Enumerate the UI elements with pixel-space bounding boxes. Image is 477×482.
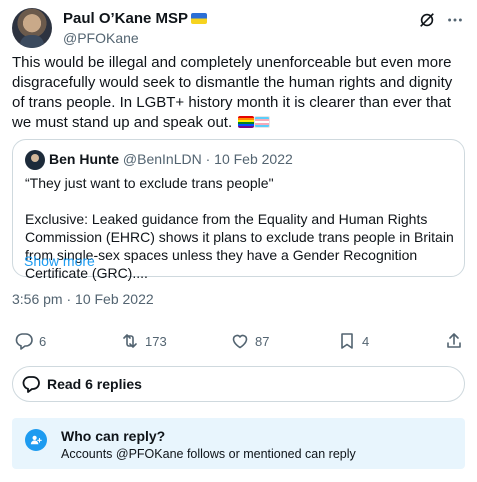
like-button[interactable]: 87 [230, 330, 269, 352]
author-name[interactable]: Paul O’Kane MSP [63, 10, 188, 27]
action-bar: 6 173 87 4 [12, 330, 467, 352]
like-count: 87 [255, 333, 270, 349]
quoted-tweet-meta: Ben Hunte @BenInLDN · 10 Feb 2022 [49, 151, 293, 167]
read-replies-button[interactable]: Read 6 replies [12, 366, 465, 402]
transgender-flag-icon [254, 116, 271, 128]
bookmark-count: 4 [362, 333, 370, 349]
repost-button[interactable]: 173 [120, 330, 167, 352]
share-button[interactable] [444, 330, 464, 352]
author-handle[interactable]: @PFOKane [63, 30, 139, 46]
bookmark-icon [341, 333, 353, 349]
author-name-row[interactable]: Paul O’Kane MSP [63, 10, 208, 27]
tweet-body: This would be illegal and completely une… [12, 53, 467, 133]
repost-icon [123, 334, 137, 348]
repost-count: 173 [145, 333, 167, 349]
reply-count: 6 [39, 333, 47, 349]
who-can-reply-description: Accounts @PFOKane follows or mentioned c… [61, 447, 356, 461]
meta-separator: · [205, 151, 211, 167]
grok-icon[interactable] [417, 10, 437, 30]
who-can-reply-panel: Who can reply? Accounts @PFOKane follows… [12, 418, 465, 469]
share-icon [447, 333, 461, 348]
more-options-icon[interactable] [445, 10, 465, 30]
quoted-tweet[interactable]: Ben Hunte @BenInLDN · 10 Feb 2022 “They … [12, 139, 465, 281]
quoted-author-name: Ben Hunte [49, 151, 119, 167]
tweet-timestamp[interactable]: 3:56 pm · 10 Feb 2022 [12, 291, 154, 307]
reply-button[interactable]: 6 [14, 330, 46, 352]
ukraine-flag-icon [191, 13, 208, 24]
who-can-reply-title: Who can reply? [61, 428, 166, 444]
quoted-date: 10 Feb 2022 [214, 151, 293, 167]
quoted-author-handle: @BenInLDN [122, 151, 202, 167]
rainbow-flag-icon [238, 116, 255, 128]
read-replies-label: Read 6 replies [47, 376, 142, 392]
user-icon [25, 429, 47, 451]
show-more-link[interactable]: Show more [24, 253, 95, 269]
heart-icon [232, 334, 248, 349]
reply-bubble-icon [22, 376, 40, 393]
tweet-text: This would be illegal and completely une… [12, 54, 453, 131]
tweet-header: Paul O’Kane MSP @PFOKane [12, 8, 465, 48]
quoted-author-avatar [25, 150, 45, 170]
reply-icon [15, 333, 33, 350]
bookmark-button[interactable]: 4 [337, 330, 369, 352]
author-avatar[interactable] [12, 8, 52, 48]
